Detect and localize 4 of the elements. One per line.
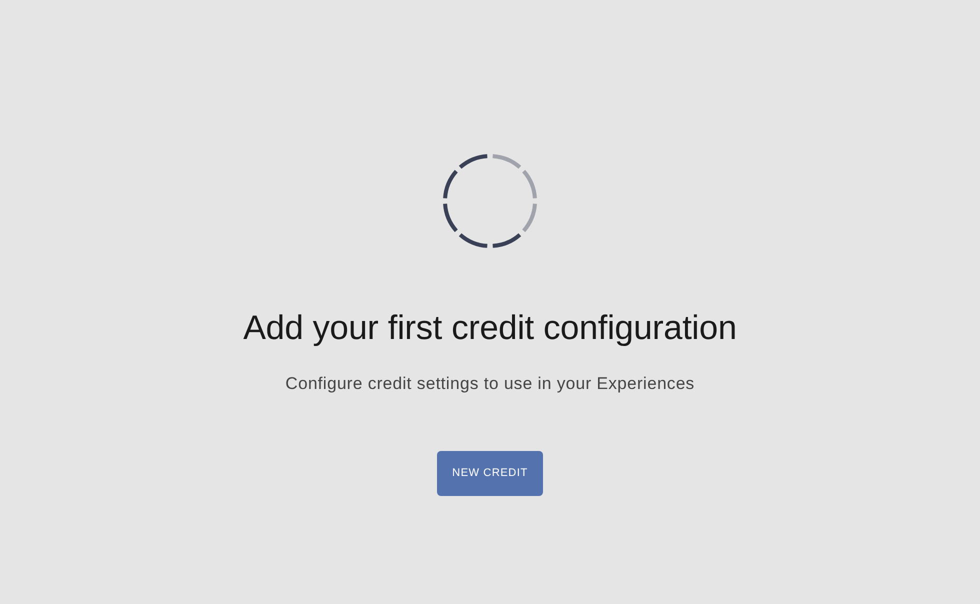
empty-state-heading: Add your first credit configuration [243, 308, 737, 348]
new-credit-button[interactable]: NEW CREDIT [437, 451, 543, 496]
dashed-ring-icon [442, 153, 538, 249]
empty-state-description: Configure credit settings to use in your Experiences [285, 374, 695, 394]
